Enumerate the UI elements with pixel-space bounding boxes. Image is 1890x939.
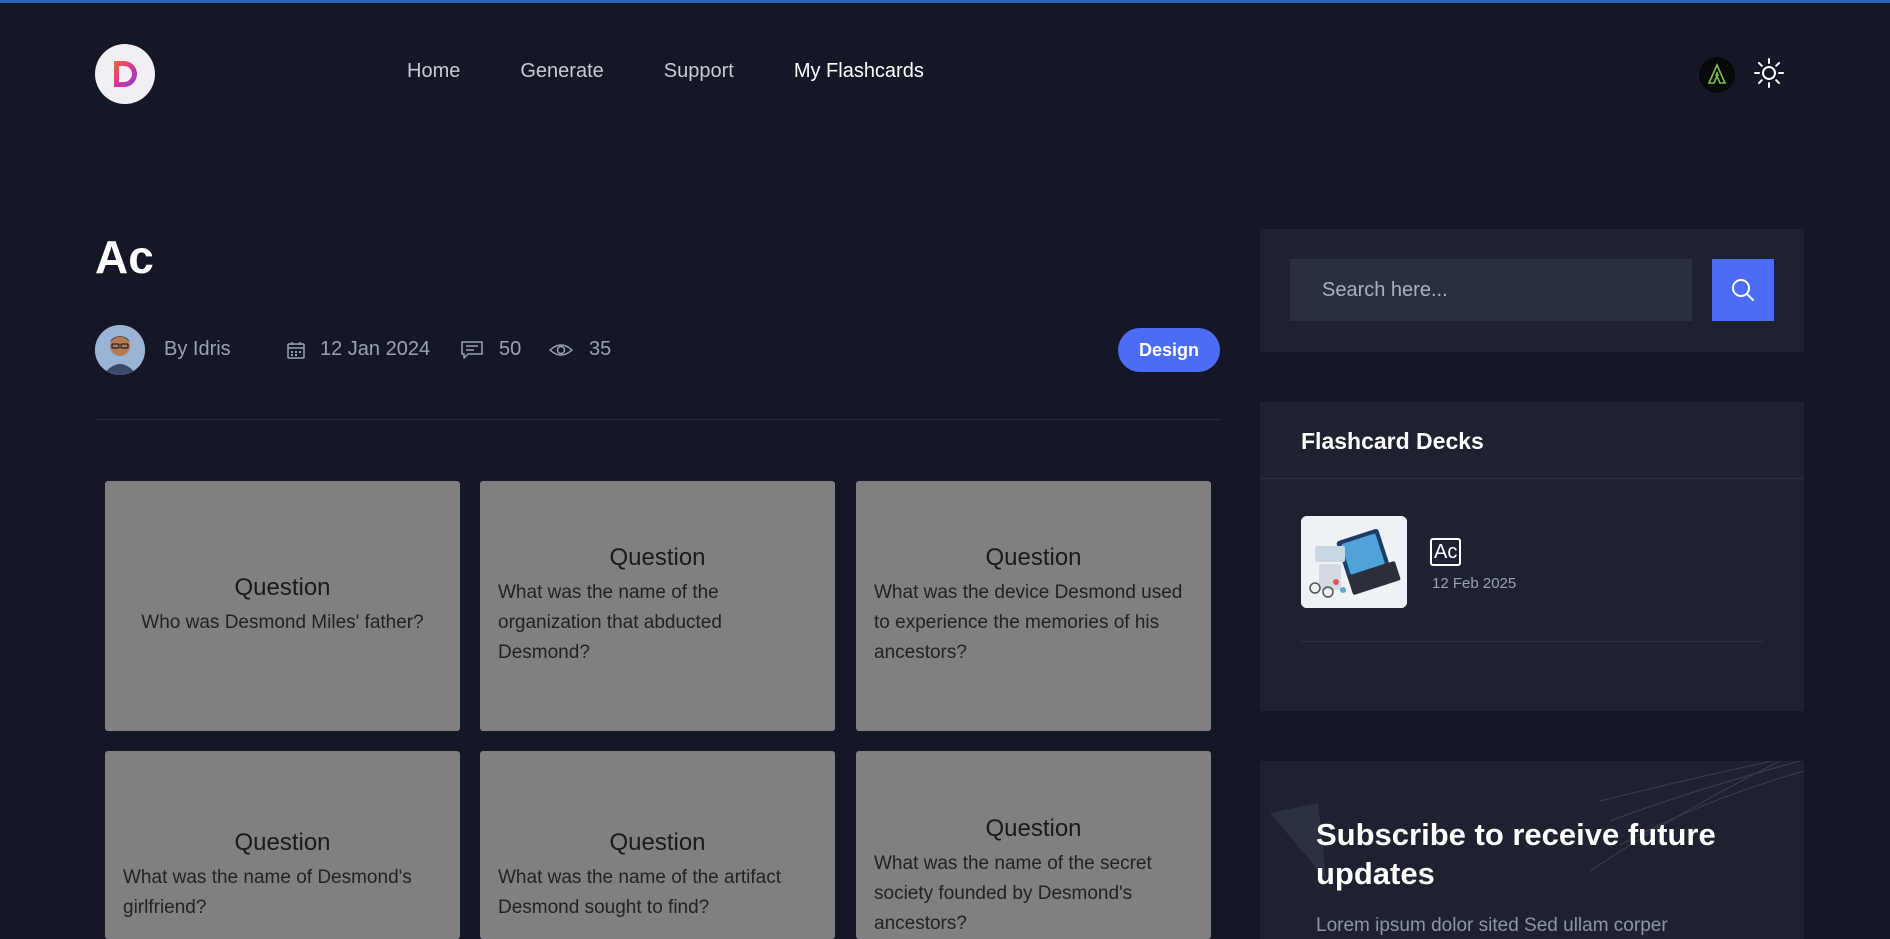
site-logo[interactable] [95,44,155,104]
view-count: 35 [589,338,612,360]
card-question: What was the name of Desmond's girlfrien… [123,867,412,918]
card-question: What was the name of the organization th… [498,582,722,663]
search-icon [1732,279,1754,301]
user-avatar[interactable] [1699,57,1735,93]
post-date: 12 Jan 2024 [320,338,431,360]
card-label: Question [234,574,331,601]
card-label: Question [609,829,706,856]
calendar-icon [287,342,305,359]
flashcard[interactable]: Question What was the name of the artifa… [480,751,835,939]
subscribe-title: Subscribe to receive future updates [1316,817,1716,891]
card-label: Question [609,544,706,571]
flashcard[interactable]: Question What was the device Desmond use… [856,481,1211,731]
subscribe-panel: Subscribe to receive future updates Lore… [1260,761,1804,939]
nav-home[interactable]: Home [407,60,460,83]
deck-name[interactable]: Ac [1430,538,1462,566]
comment-count: 50 [499,338,522,360]
category-tag[interactable]: Design [1117,328,1220,372]
top-accent-line [0,0,1890,3]
nav-my-flashcards[interactable]: My Flashcards [794,60,924,83]
card-label: Question [985,544,1082,571]
decks-panel: Flashcard Decks Ac 12 Feb 2025 [1260,402,1804,711]
card-label: Question [985,815,1082,842]
deck-date: 12 Feb 2025 [1432,575,1517,592]
author-avatar[interactable] [95,325,145,375]
nav-generate[interactable]: Generate [520,60,603,83]
flashcard[interactable]: Question What was the name of the organi… [480,481,835,731]
post-meta: By Idris 12 Jan 2024 50 35 Design [95,325,1220,375]
search-panel [1260,229,1804,352]
content-divider [95,419,1220,420]
card-label: Question [234,829,331,856]
card-question: What was the device Desmond used to expe… [874,582,1183,663]
main-nav: Home Generate Support My Flashcards [407,60,924,83]
logo-d-icon [114,61,137,87]
devices-image [1301,516,1407,608]
deck-divider [1301,641,1764,642]
author-name[interactable]: By Idris [164,338,231,361]
flashcard[interactable]: Question Who was Desmond Miles' father? [105,481,460,731]
comment-icon [461,341,483,359]
eye-icon [548,344,574,356]
flashcard[interactable]: Question What was the name of Desmond's … [105,751,460,939]
sun-icon[interactable] [1753,57,1785,89]
person-icon [95,325,145,375]
subscribe-text: Lorem ipsum dolor sited Sed ullam corper [1316,915,1668,936]
decks-title: Flashcard Decks [1301,428,1484,454]
card-question: Who was Desmond Miles' father? [141,612,424,633]
nav-support[interactable]: Support [664,60,734,83]
flashcard[interactable]: Question What was the name of the secret… [856,751,1211,939]
search-input[interactable] [1290,259,1692,321]
page-title: Ac [95,231,154,283]
assassin-emblem-icon [1707,63,1727,84]
panel-divider [1260,478,1804,479]
deck-thumbnail[interactable] [1301,516,1407,608]
card-question: What was the name of the artifact Desmon… [498,867,782,918]
search-button[interactable] [1712,259,1774,321]
card-question: What was the name of the secret society … [874,853,1152,934]
